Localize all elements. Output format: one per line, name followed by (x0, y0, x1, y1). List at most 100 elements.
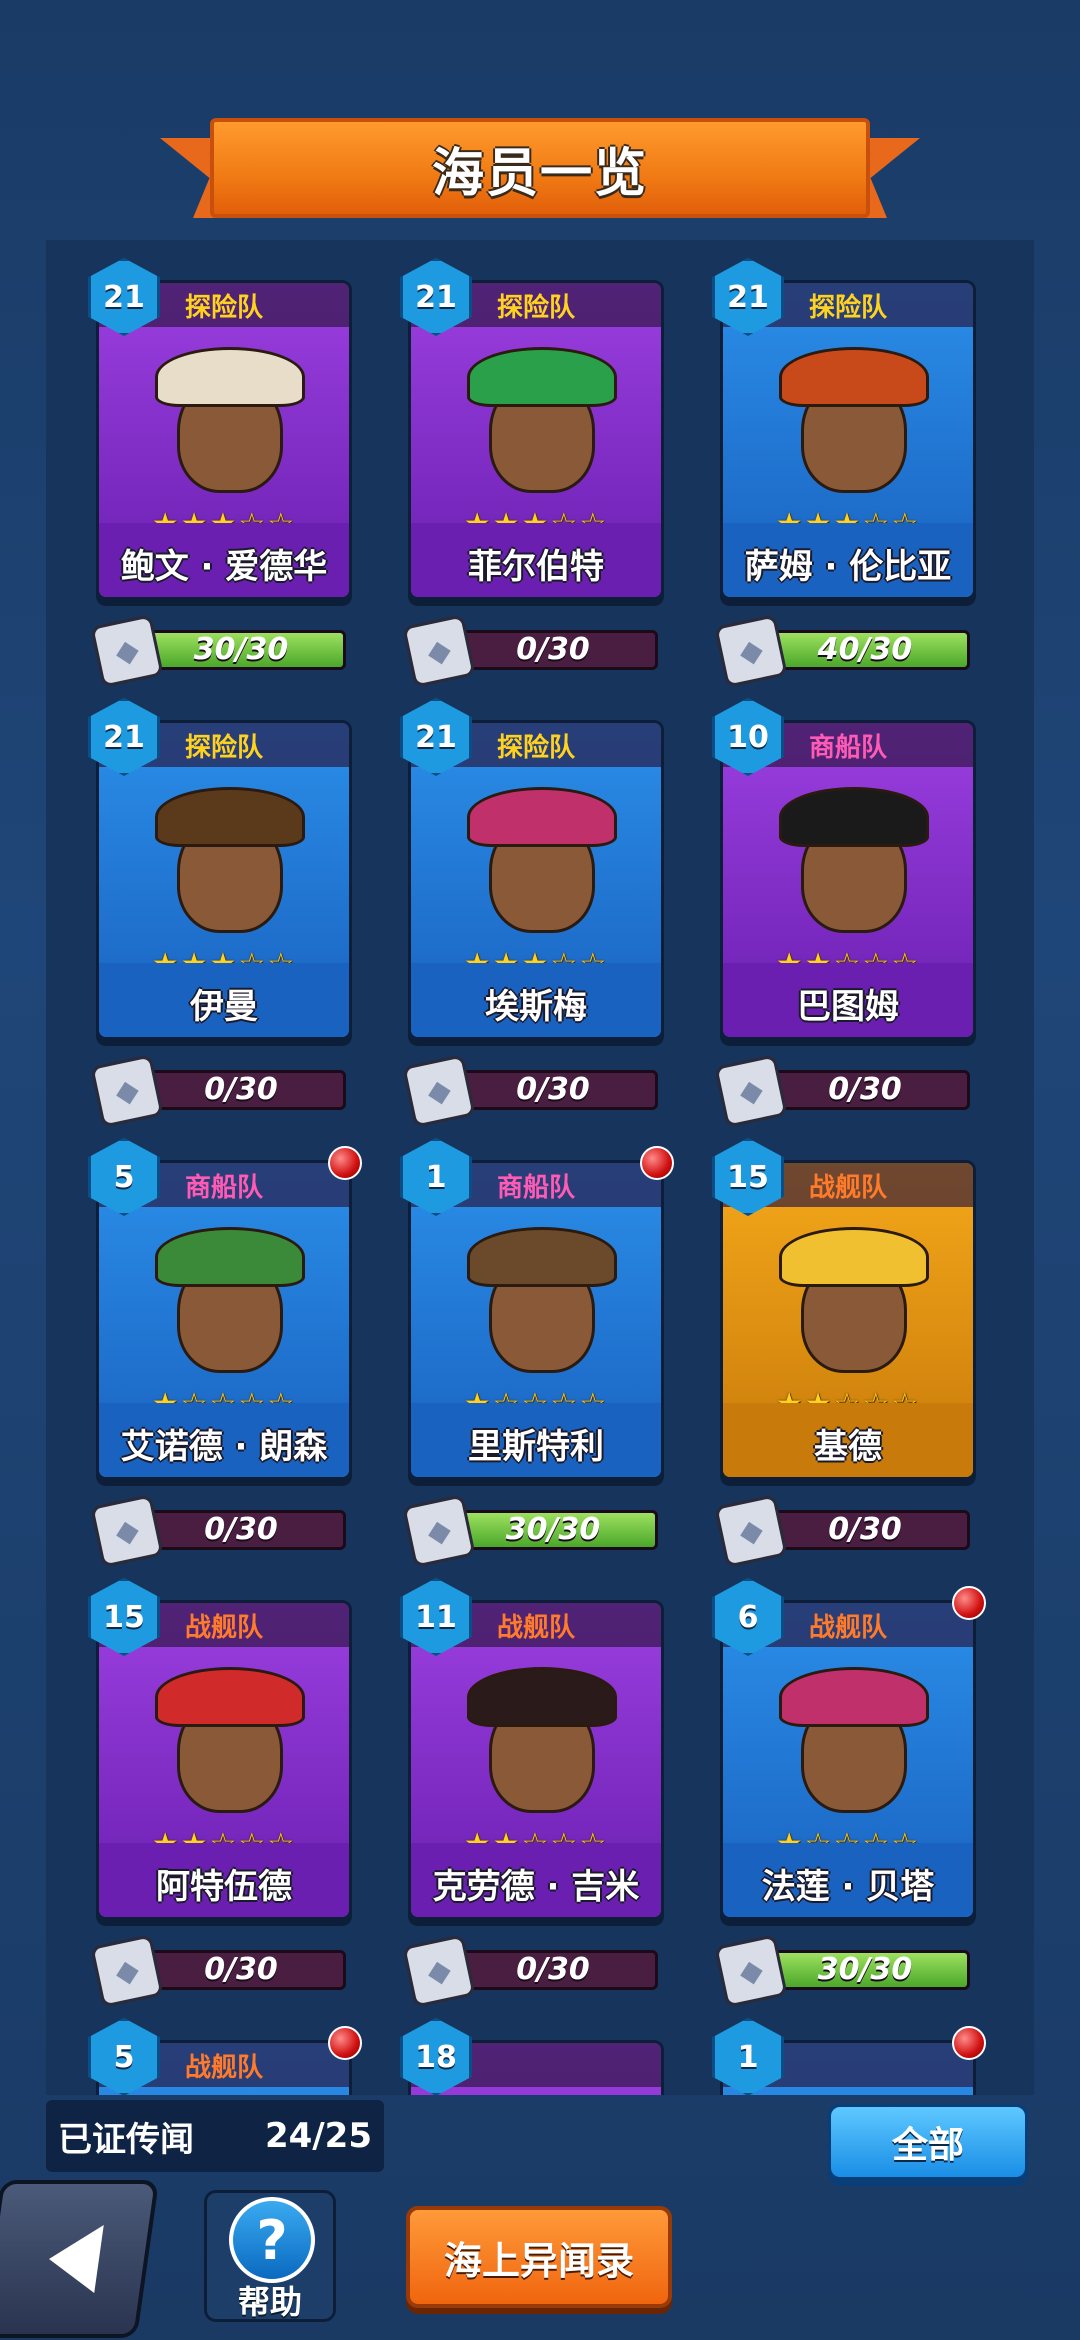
crew-hat-icon (779, 1667, 929, 1727)
progress-text: 30/30 (193, 632, 289, 667)
crew-card[interactable]: 战舰队★★☆☆☆基德15 (712, 1138, 976, 1490)
crew-name: 克劳德 · 吉米 (411, 1843, 661, 1917)
proven-rumors-label: 已证传闻 (58, 2119, 194, 2160)
puzzle-shard-icon: ◆ (402, 1054, 476, 1128)
shard-progress: 0/30 ◆ (90, 1934, 352, 2008)
crew-portrait (411, 767, 661, 963)
puzzle-shard-icon: ◆ (714, 614, 788, 688)
crew-card[interactable]: 战舰队★★☆☆☆阿特伍德15 (88, 1578, 352, 1930)
shard-progress: 0/30 ◆ (90, 1494, 352, 1568)
crew-name: 埃斯梅 (411, 963, 661, 1037)
crew-portrait (723, 1207, 973, 1403)
progress-text: 0/30 (204, 1072, 278, 1107)
crew-portrait (723, 327, 973, 523)
question-mark-icon: ? (229, 2197, 315, 2283)
sea-tales-button[interactable]: 海上异闻录 (406, 2206, 672, 2308)
crew-card[interactable]: 18 (400, 2018, 664, 2095)
crew-portrait (99, 767, 349, 963)
crew-name: 艾诺德 · 朗森 (99, 1403, 349, 1477)
crew-card[interactable]: 战舰队 5 (88, 2018, 362, 2095)
progress-text: 0/30 (828, 1512, 902, 1547)
shard-progress: 0/30 ◆ (714, 1494, 976, 1568)
crew-card[interactable]: 战舰队★★☆☆☆克劳德 · 吉米11 (400, 1578, 664, 1930)
proven-rumors-count: 24/25 (264, 2116, 372, 2156)
crew-card[interactable]: 战舰队★☆☆☆☆法莲 · 贝塔6 (712, 1578, 986, 1930)
crew-hat-icon (155, 1667, 305, 1727)
help-button[interactable]: ? 帮助 (204, 2190, 336, 2322)
progress-text: 0/30 (516, 1072, 590, 1107)
crew-hat-icon (155, 347, 305, 407)
shard-progress: 30/30 ◆ (714, 1934, 976, 2008)
progress-text: 0/30 (204, 1952, 278, 1987)
progress-text: 30/30 (817, 1952, 913, 1987)
shard-progress: 40/30 ◆ (714, 614, 976, 688)
crew-portrait (99, 1647, 349, 1843)
shard-progress: 0/30 ◆ (90, 1054, 352, 1128)
crew-hat-icon (467, 787, 617, 847)
banner-ribbon: 海员一览 (210, 118, 870, 218)
back-button[interactable] (0, 2180, 160, 2338)
crew-grid[interactable]: 探险队★★★☆☆鲍文 · 爱德华2130/30◆探险队★★★☆☆菲尔伯特210/… (46, 240, 1034, 2095)
progress-text: 30/30 (505, 1512, 601, 1547)
crew-hat-icon (155, 787, 305, 847)
crew-hat-icon (779, 347, 929, 407)
puzzle-shard-icon: ◆ (402, 1494, 476, 1568)
back-arrow-icon (44, 2225, 104, 2293)
shard-progress: 30/30 ◆ (402, 1494, 664, 1568)
crew-portrait (723, 1647, 973, 1843)
crew-hat-icon (155, 1227, 305, 1287)
crew-name: 伊曼 (99, 963, 349, 1037)
puzzle-shard-icon: ◆ (714, 1934, 788, 2008)
shard-progress: 0/30 ◆ (402, 1054, 664, 1128)
shard-progress: 30/30 ◆ (90, 614, 352, 688)
puzzle-shard-icon: ◆ (90, 1494, 164, 1568)
crew-portrait (411, 327, 661, 523)
crew-name: 菲尔伯特 (411, 523, 661, 597)
shard-progress: 0/30 ◆ (714, 1054, 976, 1128)
page-title: 海员一览 (431, 143, 648, 204)
crew-name: 萨姆 · 伦比亚 (723, 523, 973, 597)
puzzle-shard-icon: ◆ (90, 1934, 164, 2008)
crew-card[interactable]: 商船队★☆☆☆☆里斯特利1 (400, 1138, 674, 1490)
help-label: 帮助 (237, 2283, 302, 2321)
progress-text: 0/30 (516, 1952, 590, 1987)
puzzle-shard-icon: ◆ (402, 1934, 476, 2008)
crew-name: 基德 (723, 1403, 973, 1477)
puzzle-shard-icon: ◆ (90, 614, 164, 688)
puzzle-shard-icon: ◆ (714, 1494, 788, 1568)
title-banner: 海员一览 (160, 118, 920, 226)
puzzle-shard-icon: ◆ (714, 1054, 788, 1128)
new-notification-dot (328, 1146, 362, 1180)
new-notification-dot (328, 2026, 362, 2060)
filter-all-button[interactable]: 全部 (828, 2104, 1028, 2180)
puzzle-shard-icon: ◆ (402, 614, 476, 688)
crew-name: 阿特伍德 (99, 1843, 349, 1917)
crew-card[interactable]: 商船队★★☆☆☆巴图姆10 (712, 698, 976, 1050)
crew-card[interactable]: 探险队★★★☆☆伊曼21 (88, 698, 352, 1050)
crew-portrait (99, 327, 349, 523)
crew-card[interactable]: 商船队★☆☆☆☆艾诺德 · 朗森5 (88, 1138, 362, 1490)
progress-text: 0/30 (828, 1072, 902, 1107)
crew-hat-icon (779, 1227, 929, 1287)
crew-portrait (99, 1207, 349, 1403)
crew-hat-icon (467, 1667, 617, 1727)
puzzle-shard-icon: ◆ (90, 1054, 164, 1128)
crew-name: 巴图姆 (723, 963, 973, 1037)
crew-portrait (411, 1647, 661, 1843)
crew-hat-icon (779, 787, 929, 847)
shard-progress: 0/30 ◆ (402, 614, 664, 688)
crew-card[interactable]: 探险队★★★☆☆萨姆 · 伦比亚21 (712, 258, 976, 610)
new-notification-dot (952, 1586, 986, 1620)
crew-name: 法莲 · 贝塔 (723, 1843, 973, 1917)
new-notification-dot (952, 2026, 986, 2060)
crew-name: 里斯特利 (411, 1403, 661, 1477)
crew-card[interactable]: 1 (712, 2018, 986, 2095)
shard-progress: 0/30 ◆ (402, 1934, 664, 2008)
crew-card[interactable]: 探险队★★★☆☆菲尔伯特21 (400, 258, 664, 610)
new-notification-dot (640, 1146, 674, 1180)
proven-rumors-counter: 已证传闻 24/25 (46, 2100, 384, 2172)
crew-card[interactable]: 探险队★★★☆☆鲍文 · 爱德华21 (88, 258, 352, 610)
crew-card[interactable]: 探险队★★★☆☆埃斯梅21 (400, 698, 664, 1050)
progress-text: 0/30 (204, 1512, 278, 1547)
crew-name: 鲍文 · 爱德华 (99, 523, 349, 597)
